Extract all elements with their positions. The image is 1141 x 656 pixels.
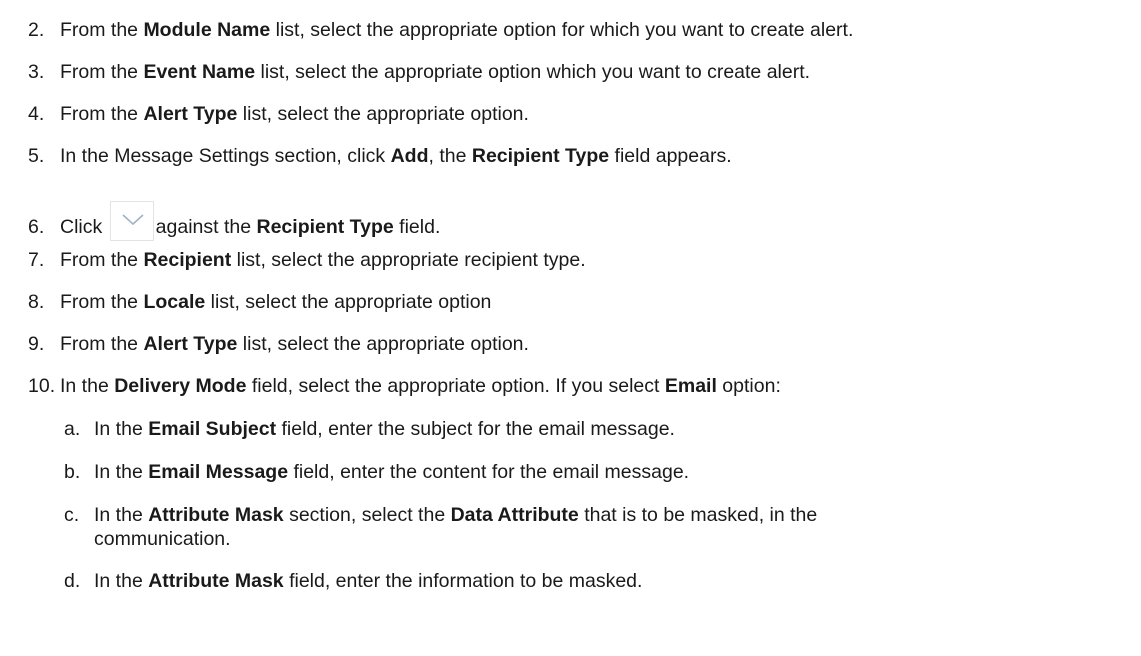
step-text: list, select the appropriate option <box>205 291 492 313</box>
substep-letter: b. <box>64 461 81 483</box>
step-6: 6. Click against the Recipient Type field… <box>28 201 440 241</box>
step-text: From the <box>60 333 144 355</box>
step-number: 6. <box>28 216 45 238</box>
term-email-subject: Email Subject <box>148 418 277 440</box>
step-3: 3. From the Event Name list, select the a… <box>28 60 810 84</box>
substep-letter: d. <box>64 570 81 592</box>
substep-a: a. In the Email Subject field, enter the … <box>64 417 675 441</box>
step-number: 8. <box>28 291 45 313</box>
substep-text: field, enter the content for the email m… <box>288 461 690 483</box>
term-event-name: Event Name <box>143 61 256 83</box>
document-page: 2. From the Module Name list, select the … <box>0 0 1141 656</box>
step-text: In the <box>60 375 115 397</box>
step-8: 8. From the Locale list, select the appro… <box>28 290 491 314</box>
step-number: 10. <box>28 375 56 397</box>
step-number: 7. <box>28 249 45 271</box>
step-2: 2. From the Module Name list, select the … <box>28 18 853 42</box>
term-alert-type: Alert Type <box>143 103 238 125</box>
step-5: 5. In the Message Settings section, click… <box>28 144 732 168</box>
term-module-name: Module Name <box>143 19 271 41</box>
step-10: 10. In the Delivery Mode field, select th… <box>28 374 781 398</box>
substep-text: field, enter the subject for the email m… <box>276 418 675 440</box>
term-delivery-mode: Delivery Mode <box>114 375 247 397</box>
substep-text: In the <box>94 504 149 526</box>
step-number: 4. <box>28 103 45 125</box>
step-9: 9. From the Alert Type list, select the a… <box>28 332 529 356</box>
step-text: list, select the appropriate recipient t… <box>231 249 586 271</box>
term-attribute-mask: Attribute Mask <box>148 570 284 592</box>
step-text: field appears. <box>609 145 732 167</box>
step-text: field, select the appropriate option. If… <box>246 375 665 397</box>
term-locale: Locale <box>143 291 206 313</box>
step-text: list, select the appropriate option for … <box>270 19 854 41</box>
step-text: , the <box>428 145 472 167</box>
term-alert-type: Alert Type <box>143 333 238 355</box>
step-7: 7. From the Recipient list, select the ap… <box>28 248 586 272</box>
substep-text: In the <box>94 418 149 440</box>
step-4: 4. From the Alert Type list, select the a… <box>28 102 529 126</box>
term-recipient-type: Recipient Type <box>471 145 610 167</box>
step-text: From the <box>60 103 144 125</box>
step-number: 9. <box>28 333 45 355</box>
step-text: list, select the appropriate option. <box>237 103 529 125</box>
step-number: 2. <box>28 19 45 41</box>
step-text: option: <box>716 375 781 397</box>
term-email-message: Email Message <box>148 461 289 483</box>
substep-b: b. In the Email Message field, enter the … <box>64 460 689 484</box>
step-text: From the <box>60 61 144 83</box>
step-text: list, select the appropriate option whic… <box>255 61 811 83</box>
term-add: Add <box>390 145 429 167</box>
substep-text: that is to be masked, in the <box>578 504 818 526</box>
step-number: 3. <box>28 61 45 83</box>
step-text: list, select the appropriate option. <box>237 333 529 355</box>
term-data-attribute: Data Attribute <box>450 504 579 526</box>
substep-text: field, enter the information to be maske… <box>283 570 643 592</box>
substep-letter: a. <box>64 418 81 440</box>
chevron-down-icon <box>109 201 154 241</box>
step-text: From the <box>60 19 144 41</box>
term-recipient-type: Recipient Type <box>256 216 394 238</box>
substep-letter: c. <box>64 504 80 526</box>
step-text: From the <box>60 291 144 313</box>
step-text: From the <box>60 249 144 271</box>
step-number: 5. <box>28 145 45 167</box>
term-attribute-mask: Attribute Mask <box>148 504 284 526</box>
substep-d: d. In the Attribute Mask field, enter the… <box>64 569 642 593</box>
substep-text: In the <box>94 570 149 592</box>
step-text: Click <box>60 216 108 238</box>
step-text: field. <box>393 216 441 238</box>
term-email: Email <box>664 375 717 397</box>
term-recipient: Recipient <box>143 249 232 271</box>
substep-text: section, select the <box>283 504 451 526</box>
substep-continuation: communication. <box>94 528 231 550</box>
substep-c: c. In the Attribute Mask section, select … <box>64 503 817 551</box>
step-text: In the Message Settings section, click <box>60 145 391 167</box>
substep-text: In the <box>94 461 149 483</box>
step-text: against the <box>155 216 257 238</box>
